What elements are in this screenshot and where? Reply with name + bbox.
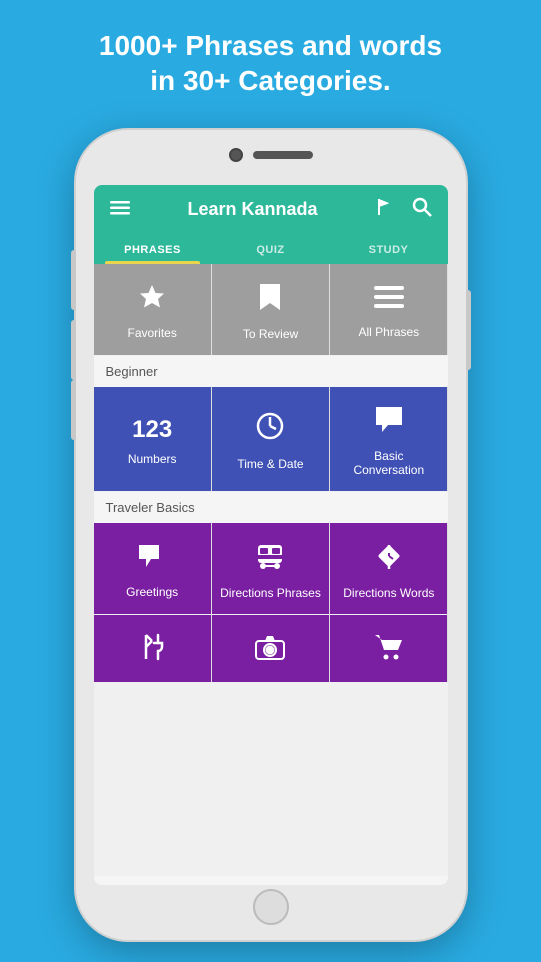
phone-device: Learn Kannada — [76, 130, 466, 940]
app-content: Favorites To Review — [94, 264, 448, 876]
bookmark-icon — [258, 282, 282, 319]
chat-icon — [374, 405, 404, 441]
direction-sign-icon — [374, 541, 404, 578]
phone-home-button[interactable] — [253, 889, 289, 925]
tab-quiz[interactable]: QUIZ — [212, 234, 330, 264]
tab-phrases[interactable]: PHRASES — [94, 234, 212, 264]
clock-icon — [255, 411, 285, 449]
grid-item-favorites[interactable]: Favorites — [94, 264, 211, 355]
bottom-grid — [94, 615, 448, 682]
app-header: Learn Kannada — [94, 185, 448, 264]
all-phrases-label: All Phrases — [358, 325, 419, 339]
headline-line1: 1000+ Phrases and words — [99, 30, 442, 61]
bus-icon — [255, 541, 285, 578]
directions-words-label: Directions Words — [343, 586, 434, 600]
grid-item-directions-words[interactable]: Directions Words — [330, 523, 447, 614]
grid-item-directions-phrases[interactable]: Directions Phrases — [212, 523, 329, 614]
phone-camera — [229, 148, 243, 162]
phone-screen: Learn Kannada — [94, 185, 448, 885]
beginner-grid: 123 Numbers Time & Date — [94, 387, 448, 491]
grid-item-greetings[interactable]: Greetings — [94, 523, 211, 614]
app-tabs: PHRASES QUIZ STUDY — [94, 234, 448, 264]
grid-item-time-date[interactable]: Time & Date — [212, 387, 329, 491]
star-icon — [138, 283, 166, 318]
list-icon — [374, 285, 404, 317]
phone-camera-area — [229, 148, 313, 162]
section-header-traveler: Traveler Basics — [94, 492, 448, 523]
grid-item-camera[interactable] — [212, 615, 329, 682]
grid-item-numbers[interactable]: 123 Numbers — [94, 387, 211, 491]
favorites-label: Favorites — [127, 326, 176, 340]
numbers-icon: 123 — [132, 416, 172, 444]
time-date-label: Time & Date — [237, 457, 303, 471]
phone-speaker — [253, 151, 313, 159]
flag-icon[interactable] — [372, 195, 400, 224]
headline: 1000+ Phrases and words in 30+ Categorie… — [0, 0, 541, 118]
tab-study[interactable]: STUDY — [330, 234, 448, 264]
numbers-label: Numbers — [128, 452, 177, 466]
grid-item-basic-conversation[interactable]: Basic Conversation — [330, 387, 447, 491]
app-toolbar: Learn Kannada — [94, 185, 448, 234]
greetings-label: Greetings — [126, 585, 178, 599]
basic-conversation-label: Basic Conversation — [338, 449, 439, 477]
traveler-grid: Greetings — [94, 523, 448, 614]
cart-icon — [374, 633, 404, 668]
grid-item-to-review[interactable]: To Review — [212, 264, 329, 355]
top-grid: Favorites To Review — [94, 264, 448, 355]
speech-icon — [137, 542, 167, 577]
app-title: Learn Kannada — [142, 199, 364, 220]
headline-line2: in 30+ Categories. — [150, 65, 390, 96]
grid-item-shopping[interactable] — [330, 615, 447, 682]
utensils-icon — [138, 633, 166, 668]
grid-item-all-phrases[interactable]: All Phrases — [330, 264, 447, 355]
phone-shell: Learn Kannada — [76, 130, 466, 940]
search-icon[interactable] — [408, 195, 436, 224]
section-header-beginner: Beginner — [94, 356, 448, 387]
to-review-label: To Review — [243, 327, 298, 341]
directions-phrases-label: Directions Phrases — [220, 586, 321, 600]
camera-icon — [255, 634, 285, 667]
menu-icon[interactable] — [106, 197, 134, 222]
grid-item-food[interactable] — [94, 615, 211, 682]
